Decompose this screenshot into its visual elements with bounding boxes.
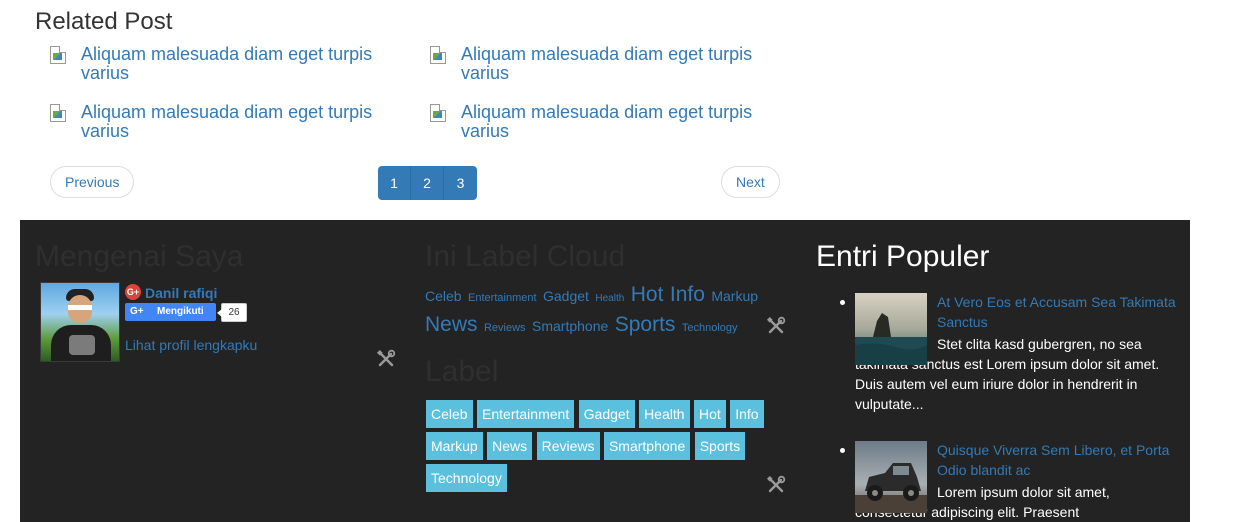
cloud-tag[interactable]: Markup	[711, 288, 758, 304]
profile-avatar[interactable]	[40, 282, 120, 362]
label-chip[interactable]: Celeb	[426, 400, 473, 428]
label-cloud-title: Ini Label Cloud	[425, 240, 626, 273]
label-chip[interactable]: Technology	[426, 464, 507, 492]
edit-widget-icon[interactable]	[376, 349, 396, 369]
related-post-title: Related Post	[35, 8, 173, 35]
google-plus-icon: G+	[130, 306, 144, 317]
pagination: 1 2 3	[378, 166, 477, 200]
post-thumbnail-car[interactable]	[855, 441, 927, 513]
footer-widgets: Mengenai Saya G+ Danil rafiqi G+ Mengiku…	[20, 220, 1190, 522]
broken-image-icon[interactable]	[50, 104, 70, 124]
cloud-tag[interactable]: Reviews	[484, 322, 526, 334]
popular-posts-title: Entri Populer	[816, 240, 990, 273]
popular-post-item: Quisque Viverra Sem Libero, et Porta Odi…	[840, 440, 1180, 522]
label-list: Celeb Entertainment Gadget Health Hot In…	[426, 400, 786, 496]
list-bullet	[840, 300, 845, 305]
about-widget-title: Mengenai Saya	[35, 240, 244, 273]
cloud-tag[interactable]: Gadget	[543, 288, 589, 304]
label-chip[interactable]: Smartphone	[603, 432, 691, 460]
related-post-item[interactable]: Aliquam malesuada diam eget turpis variu…	[430, 103, 760, 141]
follow-button-label: Mengikuti	[157, 306, 204, 317]
cloud-tag[interactable]: Info	[670, 283, 705, 306]
cloud-tag[interactable]: Entertainment	[468, 292, 536, 304]
label-chip[interactable]: News	[487, 432, 533, 460]
page-1-button[interactable]: 1	[378, 166, 411, 200]
page-2-button[interactable]: 2	[411, 166, 444, 200]
label-chip[interactable]: Info	[730, 400, 764, 428]
page-3-button[interactable]: 3	[444, 166, 477, 200]
label-chip[interactable]: Gadget	[578, 400, 635, 428]
profile-name-link[interactable]: Danil rafiqi	[145, 285, 217, 301]
related-post-link[interactable]: Aliquam malesuada diam eget turpis variu…	[81, 103, 380, 141]
label-chip[interactable]: Health	[639, 400, 690, 428]
cloud-tag[interactable]: Celeb	[425, 288, 462, 304]
edit-widget-icon[interactable]	[766, 475, 786, 495]
label-chip[interactable]: Hot	[693, 400, 726, 428]
google-plus-icon: G+	[125, 284, 141, 300]
related-post-link[interactable]: Aliquam malesuada diam eget turpis variu…	[461, 45, 760, 83]
popular-post-link[interactable]: At Vero Eos et Accusam Sea Takimata Sanc…	[937, 292, 1180, 332]
view-full-profile-link[interactable]: Lihat profil lengkapku	[125, 337, 257, 353]
cloud-tag[interactable]: News	[425, 313, 478, 336]
list-bullet	[840, 448, 845, 453]
edit-widget-icon[interactable]	[766, 316, 786, 336]
cloud-tag[interactable]: Smartphone	[532, 318, 608, 334]
follower-count: 26	[217, 303, 247, 322]
cloud-tag[interactable]: Health	[595, 293, 624, 304]
follow-button[interactable]: G+ Mengikuti	[125, 303, 216, 321]
label-chip[interactable]: Sports	[694, 432, 746, 460]
post-thumbnail-sea[interactable]	[855, 293, 927, 365]
broken-image-icon[interactable]	[430, 46, 450, 66]
label-chip[interactable]: Reviews	[536, 432, 600, 460]
next-button[interactable]: Next	[721, 166, 780, 198]
label-cloud: Celeb Entertainment Gadget Health Hot In…	[425, 282, 790, 341]
related-post-item[interactable]: Aliquam malesuada diam eget turpis variu…	[50, 103, 380, 141]
related-post-item[interactable]: Aliquam malesuada diam eget turpis variu…	[430, 45, 760, 83]
broken-image-icon[interactable]	[430, 104, 450, 124]
label-widget-title: Label	[425, 355, 499, 388]
cloud-tag[interactable]: Sports	[615, 313, 676, 336]
related-post-link[interactable]: Aliquam malesuada diam eget turpis variu…	[81, 45, 380, 83]
popular-post-item: At Vero Eos et Accusam Sea Takimata Sanc…	[840, 292, 1180, 414]
popular-post-link[interactable]: Quisque Viverra Sem Libero, et Porta Odi…	[937, 440, 1180, 480]
broken-image-icon[interactable]	[50, 46, 70, 66]
related-post-item[interactable]: Aliquam malesuada diam eget turpis variu…	[50, 45, 380, 83]
cloud-tag[interactable]: Hot	[631, 283, 664, 306]
label-chip[interactable]: Entertainment	[477, 400, 575, 428]
label-chip[interactable]: Markup	[426, 432, 483, 460]
popular-posts-list: At Vero Eos et Accusam Sea Takimata Sanc…	[840, 292, 1180, 522]
previous-button[interactable]: Previous	[50, 166, 135, 198]
related-post-link[interactable]: Aliquam malesuada diam eget turpis variu…	[461, 103, 760, 141]
cloud-tag[interactable]: Technology	[682, 322, 738, 334]
